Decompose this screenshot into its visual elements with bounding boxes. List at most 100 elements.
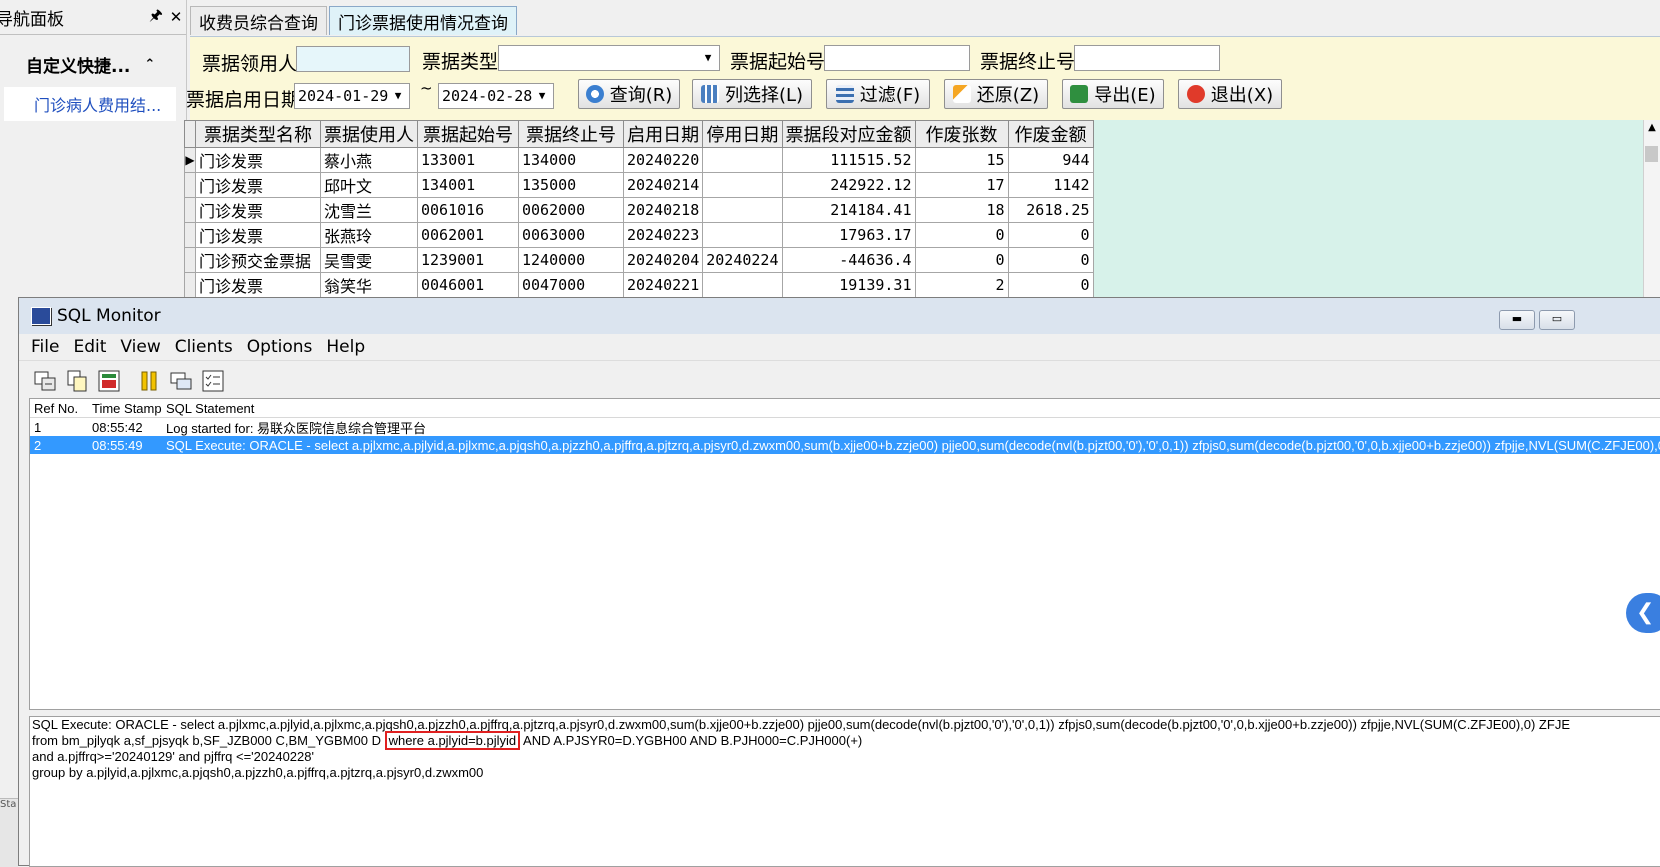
table-cell[interactable]: 20240223 — [622, 222, 704, 248]
maximize-icon[interactable]: ▭ — [1539, 310, 1575, 330]
table-cell[interactable]: 门诊发票 — [195, 222, 321, 248]
table-row[interactable]: 门诊发票 翁笑华 0046001 0047000 20240221 19139.31 2 0 — [184, 272, 1094, 298]
table-cell[interactable]: 吴雪雯 — [320, 247, 418, 273]
table-cell[interactable]: 15 — [914, 147, 1009, 173]
row-indicator[interactable] — [184, 197, 196, 223]
restore-button[interactable]: 还原(Z) — [944, 79, 1048, 109]
table-cell[interactable]: 门诊发票 — [195, 172, 321, 198]
pin-icon[interactable]: 🖈 — [146, 5, 166, 30]
table-cell[interactable]: 0063000 — [518, 222, 624, 248]
chevron-up-icon[interactable]: ⌃ — [144, 57, 155, 72]
table-cell[interactable]: 111515.52 — [781, 147, 916, 173]
table-cell[interactable]: 0047000 — [518, 272, 624, 298]
table-cell[interactable]: 0 — [1007, 247, 1094, 273]
table-cell[interactable]: 20240224 — [702, 247, 783, 273]
row-indicator[interactable] — [184, 222, 196, 248]
current-row-indicator-icon[interactable]: ▶ — [184, 147, 196, 173]
table-cell[interactable] — [702, 272, 783, 298]
table-cell[interactable]: 门诊发票 — [195, 147, 321, 173]
table-cell[interactable]: 242922.12 — [781, 172, 916, 198]
log-header-time[interactable]: Time Stamp — [92, 401, 166, 416]
clear-log-icon[interactable] — [97, 369, 121, 393]
close-icon[interactable]: ✕ — [166, 8, 186, 26]
sql-detail-pane[interactable]: SQL Execute: ORACLE - select a.pjlxmc,a.… — [29, 716, 1660, 867]
table-cell[interactable]: 2618.25 — [1007, 197, 1094, 223]
table-cell[interactable]: 门诊发票 — [195, 197, 321, 223]
scroll-up-icon[interactable]: ▲ — [1644, 120, 1660, 136]
table-cell[interactable]: 19139.31 — [781, 272, 916, 298]
table-cell[interactable]: 20240220 — [622, 147, 704, 173]
table-cell[interactable]: 135000 — [518, 172, 624, 198]
table-cell[interactable]: 134000 — [518, 147, 624, 173]
col-stop-date[interactable]: 停用日期 — [702, 120, 783, 148]
menu-edit[interactable]: Edit — [73, 337, 106, 357]
table-cell[interactable]: 0 — [1007, 272, 1094, 298]
table-cell[interactable]: 18 — [914, 197, 1009, 223]
table-cell[interactable] — [702, 197, 783, 223]
pause-icon[interactable] — [137, 369, 161, 393]
menu-clients[interactable]: Clients — [175, 337, 233, 357]
col-start-date[interactable]: 启用日期 — [622, 120, 704, 148]
table-cell[interactable]: -44636.4 — [781, 247, 916, 273]
row-indicator[interactable] — [184, 247, 196, 273]
table-row[interactable]: 门诊发票 邱叶文 134001 135000 20240214 242922.12 17 11… — [184, 172, 1094, 198]
exit-button[interactable]: 退出(X) — [1178, 79, 1282, 109]
col-type-name[interactable]: 票据类型名称 — [195, 120, 321, 148]
receiver-input[interactable] — [296, 46, 410, 72]
row-indicator[interactable] — [184, 172, 196, 198]
table-cell[interactable]: 20240214 — [622, 172, 704, 198]
table-cell[interactable]: 20240221 — [622, 272, 704, 298]
table-cell[interactable]: 沈雪兰 — [320, 197, 418, 223]
copy-icon[interactable] — [65, 369, 89, 393]
save-log-icon[interactable] — [33, 369, 57, 393]
menu-help[interactable]: Help — [326, 337, 365, 357]
col-void-amount[interactable]: 作废金额 — [1007, 120, 1094, 148]
type-select[interactable]: ▼ — [498, 45, 720, 71]
table-cell[interactable]: 邱叶文 — [320, 172, 418, 198]
table-cell[interactable]: 0062001 — [417, 222, 519, 248]
tab-cashier-query[interactable]: 收费员综合查询 — [190, 6, 327, 35]
table-cell[interactable] — [702, 147, 783, 173]
table-cell[interactable]: 0 — [914, 247, 1009, 273]
table-cell[interactable]: 17 — [914, 172, 1009, 198]
table-cell[interactable]: 门诊发票 — [195, 272, 321, 298]
end-no-input[interactable] — [1074, 45, 1220, 71]
col-void-count[interactable]: 作废张数 — [914, 120, 1009, 148]
minimize-icon[interactable]: ▬ — [1499, 310, 1535, 330]
dropdown-arrow-icon[interactable]: ▼ — [389, 86, 407, 106]
menu-options[interactable]: Options — [247, 337, 313, 357]
table-cell[interactable]: 1142 — [1007, 172, 1094, 198]
log-header-stmt[interactable]: SQL Statement — [166, 401, 1660, 416]
table-row[interactable]: ▶ 门诊发票 蔡小燕 133001 134000 20240220 111515.52 15 9… — [184, 147, 1094, 173]
dropdown-arrow-icon[interactable]: ▼ — [533, 86, 551, 106]
filter-button[interactable]: 过滤(F) — [826, 79, 930, 109]
date-from-picker[interactable]: 2024-01-29 ▼ — [294, 83, 410, 109]
table-row[interactable]: 门诊预交金票据 吴雪雯 1239001 1240000 20240204 20240224… — [184, 247, 1094, 273]
options-checklist-icon[interactable] — [201, 369, 225, 393]
table-cell[interactable]: 0 — [914, 222, 1009, 248]
table-cell[interactable]: 17963.17 — [781, 222, 916, 248]
dropdown-arrow-icon[interactable]: ▼ — [699, 48, 717, 68]
table-cell[interactable]: 1240000 — [518, 247, 624, 273]
table-row[interactable]: 门诊发票 张燕玲 0062001 0063000 20240223 17963.17 0 0 — [184, 222, 1094, 248]
vertical-scrollbar[interactable]: ▲ — [1643, 120, 1660, 298]
table-cell[interactable]: 蔡小燕 — [320, 147, 418, 173]
table-cell[interactable] — [702, 222, 783, 248]
table-cell[interactable]: 20240204 — [622, 247, 704, 273]
query-button[interactable]: 查询(R) — [578, 79, 680, 109]
nav-item-outpatient-settlement[interactable]: 门诊病人费用结... — [4, 87, 176, 121]
custom-shortcuts-section[interactable]: 自定义快捷... ⌃ — [0, 47, 186, 81]
table-cell[interactable]: 133001 — [417, 147, 519, 173]
side-expand-button[interactable]: ❮ — [1626, 593, 1660, 633]
table-cell[interactable]: 0 — [1007, 222, 1094, 248]
table-cell[interactable]: 2 — [914, 272, 1009, 298]
scroll-thumb[interactable] — [1645, 146, 1658, 162]
tab-outpatient-invoice-usage[interactable]: 门诊票据使用情况查询 — [329, 6, 517, 35]
table-cell[interactable]: 翁笑华 — [320, 272, 418, 298]
col-end-no[interactable]: 票据终止号 — [518, 120, 624, 148]
table-cell[interactable]: 0062000 — [518, 197, 624, 223]
col-amount[interactable]: 票据段对应金额 — [781, 120, 916, 148]
table-cell[interactable]: 0046001 — [417, 272, 519, 298]
log-row[interactable]: 1 08:55:42 Log started for: 易联众医院信息综合管理平… — [30, 418, 1660, 436]
sql-monitor-titlebar[interactable]: SQL Monitor ▬ ▭ — [19, 298, 1660, 334]
